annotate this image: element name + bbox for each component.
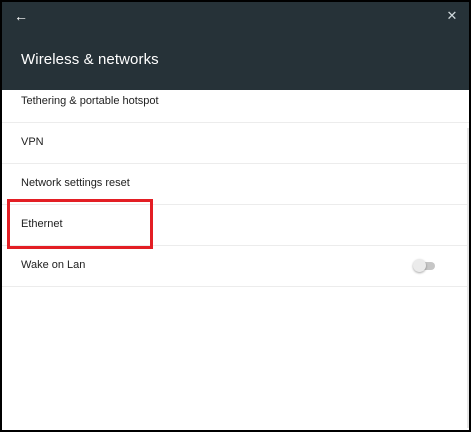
close-button[interactable]: ✕: [443, 7, 461, 25]
list-item-label: VPN: [21, 136, 44, 148]
wake-on-lan-toggle[interactable]: [411, 258, 439, 274]
toggle-thumb: [413, 259, 426, 272]
app-bar: ← ✕ Wireless & networks: [2, 2, 469, 90]
list-item-label: Ethernet: [21, 218, 63, 230]
list-item-label: Wake on Lan: [21, 259, 86, 271]
list-item-label: Network settings reset: [21, 177, 130, 189]
settings-list: Tethering & portable hotspot VPN Network…: [2, 82, 469, 287]
page-title: Wireless & networks: [21, 51, 159, 68]
list-item-network-reset[interactable]: Network settings reset: [2, 164, 469, 205]
list-item-label: Tethering & portable hotspot: [21, 95, 159, 107]
list-item-wake-on-lan[interactable]: Wake on Lan: [2, 246, 469, 287]
list-item-vpn[interactable]: VPN: [2, 123, 469, 164]
back-button[interactable]: ←: [12, 7, 30, 25]
arrow-left-icon: ←: [14, 8, 28, 24]
list-item-tethering[interactable]: Tethering & portable hotspot: [2, 82, 469, 123]
list-item-ethernet[interactable]: Ethernet: [2, 205, 469, 246]
scrollbar: [467, 128, 469, 428]
close-icon: ✕: [446, 8, 458, 23]
settings-window: ← ✕ Wireless & networks Tethering & port…: [0, 0, 471, 432]
